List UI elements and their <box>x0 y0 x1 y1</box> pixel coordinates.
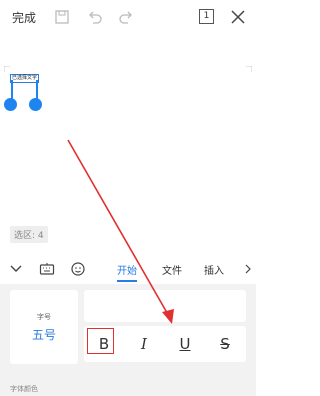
keyboard-icon[interactable] <box>39 261 55 277</box>
top-bar: 完成 1 <box>0 0 256 36</box>
selection-handle-stem-right <box>36 80 38 100</box>
selection-count-badge: 选区: 4 <box>10 226 48 243</box>
font-size-label: 字号 <box>37 313 51 321</box>
active-tab-indicator <box>117 280 137 282</box>
done-button[interactable]: 完成 <box>12 9 36 26</box>
font-size-value: 五号 <box>31 328 56 342</box>
font-family-button[interactable] <box>84 290 246 322</box>
document-canvas[interactable] <box>0 36 256 248</box>
edit-toolbar: 开始 文件 插入 <box>0 256 256 284</box>
format-panel: 字号 五号 B I U S 字体颜色 <box>0 284 256 396</box>
more-icon[interactable] <box>240 261 256 277</box>
selection-handle-right[interactable] <box>29 98 42 111</box>
margin-mark <box>246 66 252 72</box>
font-color-label: 字体颜色 <box>10 385 38 393</box>
italic-button[interactable]: I <box>124 326 164 362</box>
redo-icon[interactable] <box>117 8 135 26</box>
undo-icon[interactable] <box>86 8 104 26</box>
selection-handle-stem-left <box>11 80 13 100</box>
tab-start[interactable]: 开始 <box>117 262 137 277</box>
close-icon[interactable] <box>229 8 247 26</box>
page-count-button[interactable]: 1 <box>199 9 214 24</box>
chevron-down-icon[interactable] <box>8 261 24 277</box>
underline-button[interactable]: U <box>165 326 205 362</box>
strikethrough-button[interactable]: S <box>205 326 245 362</box>
tab-file[interactable]: 文件 <box>162 262 182 277</box>
emoji-icon[interactable] <box>70 261 86 277</box>
selected-text[interactable]: 已选择文字 <box>10 74 40 83</box>
underline-highlight-box <box>87 328 114 354</box>
tab-insert[interactable]: 插入 <box>204 262 224 277</box>
margin-mark <box>4 66 10 72</box>
save-icon[interactable] <box>53 8 71 26</box>
font-size-button[interactable]: 字号 五号 <box>10 290 78 364</box>
selection-handle-left[interactable] <box>4 98 17 111</box>
